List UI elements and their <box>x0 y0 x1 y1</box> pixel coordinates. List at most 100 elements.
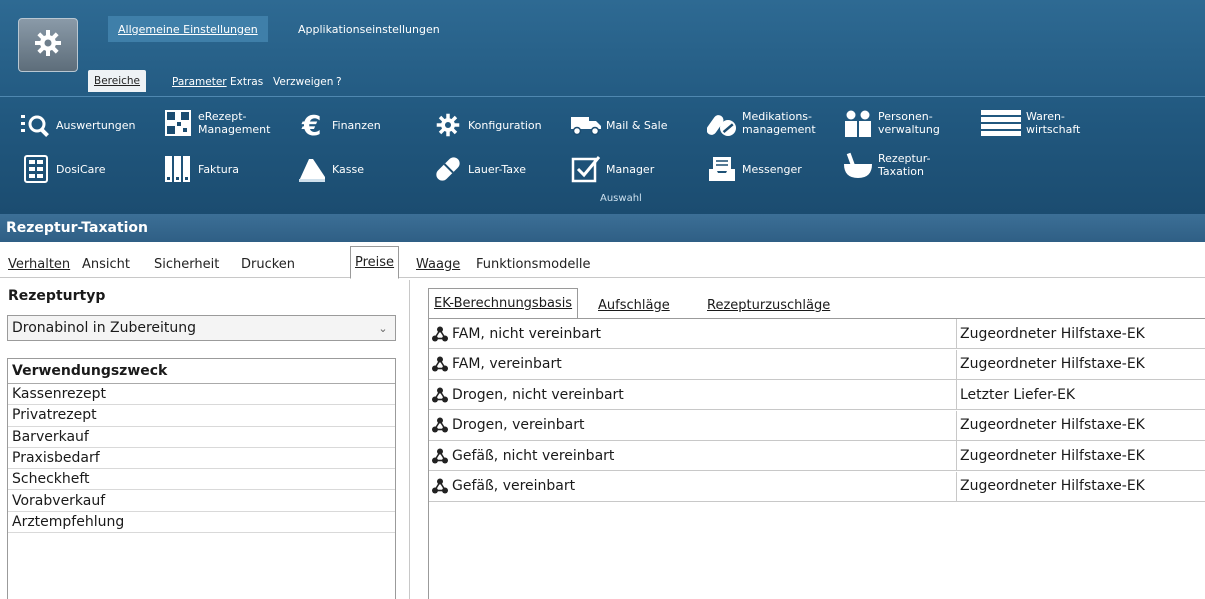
ribbon-label: Personen- verwaltung <box>878 110 940 136</box>
row-name: Gefäß, vereinbart <box>452 478 576 494</box>
panel-title: Rezeptur-Taxation <box>0 214 1205 242</box>
row-name: FAM, nicht vereinbart <box>452 325 602 342</box>
pills-icon <box>706 107 738 139</box>
list-item[interactable]: Vorabverkauf <box>8 490 395 512</box>
preise-subtabs: EK-Berechnungsbasis Aufschläge Rezepturz… <box>428 288 1205 319</box>
tab-label: Funktionsmodelle <box>476 256 591 272</box>
table-row[interactable]: Gefäß, vereinbart Zugeordneter Hilfstaxe-… <box>429 471 1205 502</box>
row-value: Zugeordneter Hilfstaxe-EK <box>960 478 1145 494</box>
module-tree-icon <box>432 355 450 373</box>
ribbon-label: Auswertungen <box>56 118 136 132</box>
list-item[interactable]: Barverkauf <box>8 427 395 448</box>
menu-parameter[interactable]: Parameter <box>166 72 233 92</box>
ek-basis-grid: FAM, nicht vereinbart Zugeordneter Hilfst… <box>428 318 1205 599</box>
ribbon-label: Manager <box>606 162 655 176</box>
tab-verhalten[interactable]: Verhalten <box>4 250 74 278</box>
tab-sicherheit[interactable]: Sicherheit <box>150 250 223 278</box>
ribbon-label: Rezeptur- Taxation <box>878 152 931 178</box>
menu-bereiche[interactable]: Bereiche <box>88 70 147 92</box>
table-row[interactable]: FAM, vereinbart Zugeordneter Hilfstaxe-EK <box>429 349 1205 380</box>
row-value: Zugeordneter Hilfstaxe-EK <box>960 447 1145 464</box>
row-value-cell[interactable]: Letzter Liefer-EK <box>957 380 1205 409</box>
table-row[interactable]: Drogen, vereinbart Zugeordneter Hilfstaxe… <box>429 410 1205 441</box>
row-name-cell[interactable]: Gefäß, vereinbart <box>429 471 957 501</box>
tab-funktionsmodelle[interactable]: Funktionsmodelle <box>472 250 595 278</box>
table-row[interactable]: Drogen, nicht vereinbart Letzter Liefer-E… <box>429 380 1205 410</box>
ribbon-button-rezeptur-taxation[interactable]: Rezeptur- Taxation <box>842 145 931 185</box>
ribbon-label: Medikations- management <box>742 110 816 136</box>
ribbon-button-messenger[interactable]: Messenger <box>706 153 802 185</box>
ribbon-button-erezept[interactable]: eRezept- Management <box>162 103 270 143</box>
people-icon <box>842 107 874 139</box>
list-item[interactable]: Scheckheft <box>8 469 395 491</box>
ribbon-button-medikationsmanagement[interactable]: Medikations- management <box>706 103 816 143</box>
tab-preise[interactable]: Preise <box>350 246 400 279</box>
rezepturtyp-select[interactable]: Dronabinol in Zubereitung ⌄ <box>7 315 396 341</box>
menu-extras[interactable]: Extras <box>224 72 269 92</box>
report-search-icon <box>20 109 52 141</box>
subtab-ek-berechnungsbasis[interactable]: EK-Berechnungsbasis <box>428 288 579 319</box>
subtab-aufschlaege[interactable]: Aufschläge <box>593 292 675 318</box>
menu-verzweigen[interactable]: Verzweigen <box>267 72 339 92</box>
subtab-label: EK-Berechnungsbasis <box>434 296 573 311</box>
ribbon-button-konfiguration[interactable]: Konfiguration <box>432 109 542 141</box>
ribbon-button-kasse[interactable]: Kasse <box>296 153 364 185</box>
list-item[interactable]: Kassenrezept <box>8 384 395 406</box>
tab-allgemeine-einstellungen[interactable]: Allgemeine Einstellungen <box>108 16 268 42</box>
row-name: FAM, vereinbart <box>452 356 562 372</box>
app-window: Allgemeine Einstellungen Applikationsein… <box>0 0 1205 599</box>
ribbon-button-warenwirtschaft[interactable]: Waren- wirtschaft <box>980 103 1080 143</box>
tab-drucken[interactable]: Drucken <box>237 250 299 278</box>
tab-ansicht[interactable]: Ansicht <box>78 250 134 278</box>
ribbon-label: eRezept- Management <box>198 110 271 136</box>
menu-help[interactable]: ? <box>330 72 348 92</box>
module-tree-icon <box>432 477 450 495</box>
row-value-cell[interactable]: Zugeordneter Hilfstaxe-EK <box>957 350 1205 379</box>
table-row[interactable]: FAM, nicht vereinbart Zugeordneter Hilfst… <box>429 319 1205 349</box>
ribbon-button-lauer-taxe[interactable]: Lauer-Taxe <box>432 153 526 185</box>
app-menu-button[interactable] <box>18 18 78 72</box>
row-name-cell[interactable]: Gefäß, nicht vereinbart <box>429 441 957 470</box>
ribbon-button-personenverwaltung[interactable]: Personen- verwaltung <box>842 103 940 143</box>
ribbon-button-manager[interactable]: Manager <box>570 153 654 185</box>
row-value-cell[interactable]: Zugeordneter Hilfstaxe-EK <box>957 472 1205 501</box>
list-item[interactable]: Arztempfehlung <box>8 512 395 534</box>
ribbon-label: DosiCare <box>56 162 106 176</box>
row-value-cell[interactable]: Zugeordneter Hilfstaxe-EK <box>957 441 1205 470</box>
rezepturtyp-label: Rezepturtyp <box>8 288 106 304</box>
list-item[interactable]: Praxisbedarf <box>8 448 395 470</box>
module-tree-icon <box>432 386 450 404</box>
row-value: Zugeordneter Hilfstaxe-EK <box>960 325 1145 342</box>
list-item[interactable]: Privatrezept <box>8 405 395 427</box>
row-value-cell[interactable]: Zugeordneter Hilfstaxe-EK <box>957 319 1205 348</box>
ribbon-button-mail-sale[interactable]: Mail & Sale <box>570 109 667 141</box>
ribbon-group-label: Auswahl <box>600 193 642 204</box>
tab-applikationseinstellungen[interactable]: Applikationseinstellungen <box>288 16 450 42</box>
svg-text:€: € <box>301 111 321 139</box>
row-name-cell[interactable]: FAM, nicht vereinbart <box>429 319 957 348</box>
row-name-cell[interactable]: Drogen, nicht vereinbart <box>429 380 957 409</box>
row-name-cell[interactable]: Drogen, vereinbart <box>429 410 957 440</box>
tab-label: Verhalten <box>8 256 71 272</box>
table-row[interactable]: Gefäß, nicht vereinbart Zugeordneter Hilf… <box>429 441 1205 471</box>
row-name: Gefäß, nicht vereinbart <box>452 447 615 464</box>
chevron-down-icon[interactable]: ⌄ <box>375 320 391 336</box>
inbox-icon <box>706 153 738 185</box>
row-name-cell[interactable]: FAM, vereinbart <box>429 349 957 379</box>
rezepturtyp-panel: Rezepturtyp Dronabinol in Zubereitung ⌄ … <box>0 280 410 599</box>
ribbon-button-faktura[interactable]: Faktura <box>162 153 239 185</box>
row-name: Drogen, nicht vereinbart <box>452 386 624 403</box>
module-tree-icon <box>432 325 450 343</box>
mortar-icon <box>842 149 874 181</box>
row-value-cell[interactable]: Zugeordneter Hilfstaxe-EK <box>957 411 1205 440</box>
ribbon: Allgemeine Einstellungen Applikationsein… <box>0 0 1205 214</box>
ribbon-button-dosicare[interactable]: DosiCare <box>20 153 105 185</box>
capsule-icon <box>432 153 464 185</box>
ribbon-button-auswertungen[interactable]: Auswertungen <box>20 109 136 141</box>
subtab-label: Rezepturzuschläge <box>707 297 831 313</box>
tab-waage[interactable]: Waage <box>412 250 464 278</box>
ribbon-button-finanzen[interactable]: € Finanzen <box>296 109 381 141</box>
delivery-truck-icon <box>570 109 602 141</box>
ribbon-label: Finanzen <box>332 118 381 132</box>
subtab-rezepturzuschlaege[interactable]: Rezepturzuschläge <box>702 292 835 318</box>
